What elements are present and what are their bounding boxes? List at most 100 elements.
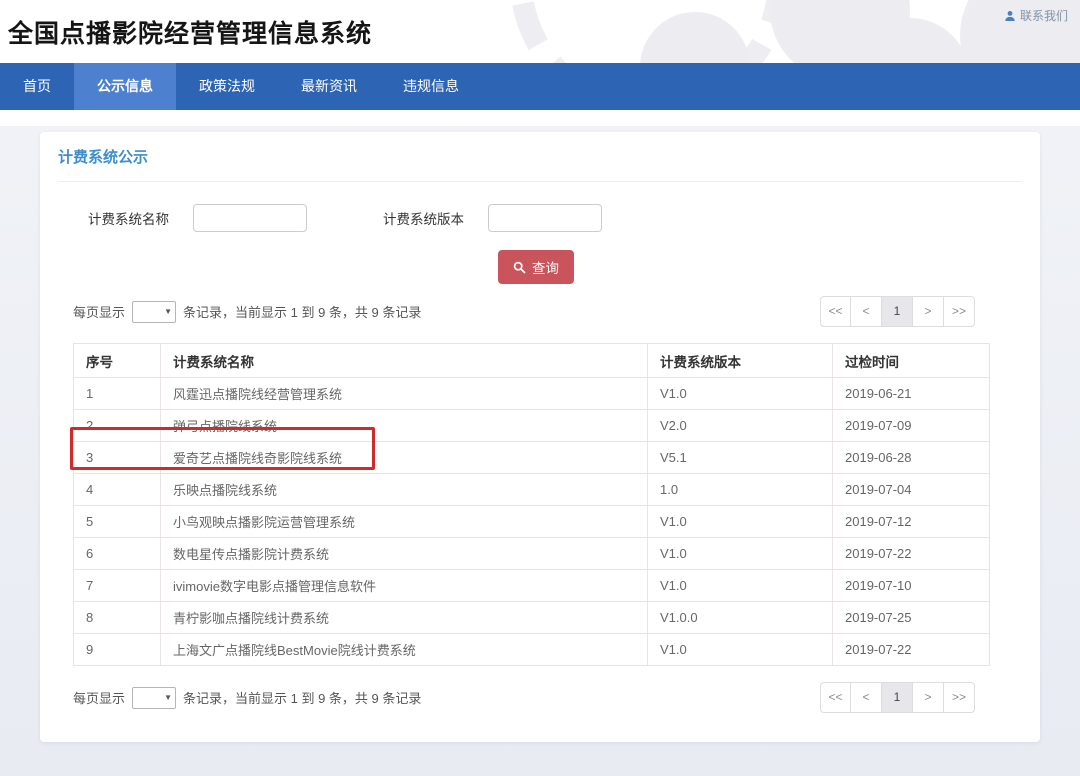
film-reel-hole — [640, 12, 750, 63]
table-cell: 2019-07-10 — [833, 570, 990, 602]
contact-link-label: 联系我们 — [1020, 7, 1068, 24]
table-row: 5小鸟观映点播影院运营管理系统V1.02019-07-12 — [74, 506, 990, 538]
last-page-button[interactable]: >> — [944, 296, 975, 327]
table-cell: V1.0 — [648, 378, 833, 410]
header: 全国点播影院经营管理信息系统 联系我们 — [0, 0, 1080, 63]
table-cell: 1.0 — [648, 474, 833, 506]
page-title: 全国点播影院经营管理信息系统 — [8, 14, 372, 50]
last-page-button[interactable]: >> — [944, 682, 975, 713]
search-form: 计费系统名称 计费系统版本 — [73, 204, 1007, 232]
nav-tab-1[interactable]: 首页 — [0, 63, 74, 110]
table-cell: 5 — [74, 506, 161, 538]
table-cell: 2 — [74, 410, 161, 442]
per-page-prefix: 每页显示 — [73, 302, 125, 321]
button-row: 查询 — [73, 250, 1007, 284]
table-cell: 8 — [74, 602, 161, 634]
table-cell: 弹弓点播院线系统 — [161, 410, 648, 442]
column-header: 计费系统名称 — [161, 344, 648, 378]
table-row: 2弹弓点播院线系统V2.02019-07-09 — [74, 410, 990, 442]
film-reel-decoration — [520, 0, 1080, 63]
film-reel-hole — [770, 0, 910, 63]
column-header: 计费系统版本 — [648, 344, 833, 378]
user-icon — [1004, 10, 1016, 22]
table-cell: ivimovie数字电影点播管理信息软件 — [161, 570, 648, 602]
table-row: 4乐映点播院线系统1.02019-07-04 — [74, 474, 990, 506]
table-cell: 3 — [74, 442, 161, 474]
table-cell: V1.0.0 — [648, 602, 833, 634]
first-page-button[interactable]: << — [820, 296, 851, 327]
per-page-select[interactable] — [132, 687, 176, 709]
table-row: 7ivimovie数字电影点播管理信息软件V1.02019-07-10 — [74, 570, 990, 602]
table-cell: 2019-06-21 — [833, 378, 990, 410]
film-reel-hole — [850, 18, 970, 63]
table-cell: 爱奇艺点播院线奇影院线系统 — [161, 442, 648, 474]
pagination-top: <<<1>>> — [820, 296, 975, 327]
per-page-control: 每页显示 ▼ 条记录，当前显示 1 到 9 条，共 9 条记录 — [73, 687, 421, 709]
nav-subbar — [0, 110, 1080, 126]
record-count-text: 条记录，当前显示 1 到 9 条，共 9 条记录 — [183, 302, 421, 321]
prev-page-button[interactable]: < — [851, 682, 882, 713]
divider — [58, 181, 1022, 182]
content-card: 计费系统公示 计费系统名称 计费系统版本 查询 每页显示 ▼ — [40, 132, 1040, 742]
page-1-button[interactable]: 1 — [882, 682, 913, 713]
table-cell: 风霆迅点播院线经营管理系统 — [161, 378, 648, 410]
pagination-bottom: <<<1>>> — [820, 682, 975, 713]
table-cell: 小鸟观映点播影院运营管理系统 — [161, 506, 648, 538]
nav-tab-2[interactable]: 公示信息 — [74, 63, 176, 110]
search-icon — [513, 261, 526, 274]
table-cell: V5.1 — [648, 442, 833, 474]
billing-systems-table: 序号计费系统名称计费系统版本过检时间 1风霆迅点播院线经营管理系统V1.0201… — [73, 343, 990, 666]
billing-name-label: 计费系统名称 — [88, 208, 169, 228]
film-reel-ring — [510, 0, 790, 63]
table-cell: V1.0 — [648, 634, 833, 666]
column-header: 序号 — [74, 344, 161, 378]
per-page-prefix: 每页显示 — [73, 688, 125, 707]
table-cell: 2019-07-04 — [833, 474, 990, 506]
first-page-button[interactable]: << — [820, 682, 851, 713]
table-cell: 9 — [74, 634, 161, 666]
contact-link[interactable]: 联系我们 — [1004, 7, 1068, 24]
table-cell: 2019-07-25 — [833, 602, 990, 634]
table-row: 3爱奇艺点播院线奇影院线系统V5.12019-06-28 — [74, 442, 990, 474]
table-cell: V1.0 — [648, 506, 833, 538]
nav-tab-5[interactable]: 违规信息 — [380, 63, 482, 110]
table-row: 1风霆迅点播院线经营管理系统V1.02019-06-21 — [74, 378, 990, 410]
table-cell: 2019-06-28 — [833, 442, 990, 474]
table-cell: 1 — [74, 378, 161, 410]
query-button[interactable]: 查询 — [498, 250, 574, 284]
per-page-control: 每页显示 ▼ 条记录，当前显示 1 到 9 条，共 9 条记录 — [73, 301, 421, 323]
table-cell: 乐映点播院线系统 — [161, 474, 648, 506]
record-count-text: 条记录，当前显示 1 到 9 条，共 9 条记录 — [183, 688, 421, 707]
table-cell: 2019-07-12 — [833, 506, 990, 538]
nav-tab-4[interactable]: 最新资讯 — [278, 63, 380, 110]
page-1-button[interactable]: 1 — [882, 296, 913, 327]
table-cell: 数电星传点播影院计费系统 — [161, 538, 648, 570]
next-page-button[interactable]: > — [913, 296, 944, 327]
table-cell: V1.0 — [648, 570, 833, 602]
nav-tab-3[interactable]: 政策法规 — [176, 63, 278, 110]
table-cell: 2019-07-22 — [833, 634, 990, 666]
billing-version-label: 计费系统版本 — [383, 208, 464, 228]
table-cell: V1.0 — [648, 538, 833, 570]
billing-version-input[interactable] — [488, 204, 602, 232]
table-cell: 上海文广点播院线BestMovie院线计费系统 — [161, 634, 648, 666]
table-cell: 2019-07-09 — [833, 410, 990, 442]
page: 全国点播影院经营管理信息系统 联系我们 首页公示信息政策法规最新资讯违规信息 计… — [0, 0, 1080, 776]
table-cell: 青柠影咖点播院线计费系统 — [161, 602, 648, 634]
table-cell: 7 — [74, 570, 161, 602]
table-row: 9上海文广点播院线BestMovie院线计费系统V1.02019-07-22 — [74, 634, 990, 666]
list-controls-bottom: 每页显示 ▼ 条记录，当前显示 1 到 9 条，共 9 条记录 <<<1>>> — [73, 682, 989, 713]
per-page-select[interactable] — [132, 301, 176, 323]
query-button-label: 查询 — [532, 257, 559, 277]
next-page-button[interactable]: > — [913, 682, 944, 713]
column-header: 过检时间 — [833, 344, 990, 378]
table-cell: 6 — [74, 538, 161, 570]
table-row: 8青柠影咖点播院线计费系统V1.0.02019-07-25 — [74, 602, 990, 634]
section-title: 计费系统公示 — [58, 146, 1007, 167]
table-cell: 4 — [74, 474, 161, 506]
billing-name-input[interactable] — [193, 204, 307, 232]
table-cell: 2019-07-22 — [833, 538, 990, 570]
table-row: 6数电星传点播影院计费系统V1.02019-07-22 — [74, 538, 990, 570]
main-nav: 首页公示信息政策法规最新资讯违规信息 — [0, 63, 1080, 110]
prev-page-button[interactable]: < — [851, 296, 882, 327]
